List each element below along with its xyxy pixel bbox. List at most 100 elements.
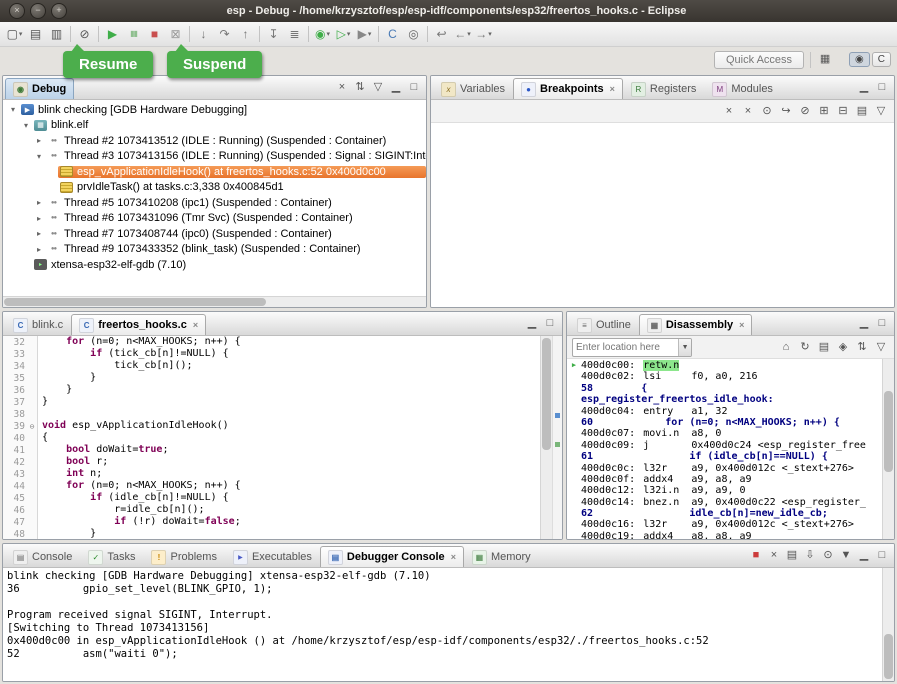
clear-console-button[interactable]: ▤ bbox=[784, 548, 800, 564]
track-expression-button[interactable]: ◈ bbox=[835, 339, 851, 355]
remove-breakpoint-button[interactable]: × bbox=[721, 103, 737, 119]
expander-icon[interactable]: ▸ bbox=[33, 214, 45, 223]
editor-vertical-scrollbar[interactable] bbox=[540, 336, 552, 539]
tab-freertos-hooks-c[interactable]: freertos_hooks.c× bbox=[71, 314, 206, 335]
drop-to-frame-button[interactable]: ↧ bbox=[263, 24, 284, 44]
search-button[interactable]: ◎ bbox=[403, 24, 424, 44]
step-over-button[interactable]: ↷ bbox=[214, 24, 235, 44]
external-tools-button[interactable]: ▶▾ bbox=[354, 24, 375, 44]
minimize-button[interactable]: ▁ bbox=[388, 80, 404, 96]
home-button[interactable]: ⌂ bbox=[778, 339, 794, 355]
tree-item[interactable]: prvIdleTask() at tasks.c:3,338 0x400845d… bbox=[3, 180, 426, 196]
expander-icon[interactable]: ▸ bbox=[33, 245, 45, 254]
step-filters-button[interactable]: ⇅ bbox=[352, 80, 368, 96]
collapse-all-button[interactable]: ⊟ bbox=[835, 103, 851, 119]
new-c-project-button[interactable]: C bbox=[382, 24, 403, 44]
tab-tasks[interactable]: Tasks bbox=[80, 546, 143, 567]
save-all-button[interactable]: ▥ bbox=[46, 24, 67, 44]
tree-item[interactable]: ▸Thread #6 1073431096 (Tmr Svc) (Suspend… bbox=[3, 211, 426, 227]
skip-all-breakpoints-button[interactable]: ⊘ bbox=[74, 24, 95, 44]
quick-access-button[interactable]: Quick Access bbox=[714, 51, 804, 69]
tab-registers[interactable]: Registers bbox=[623, 78, 704, 99]
view-menu-button[interactable]: ▽ bbox=[873, 103, 889, 119]
remove-all-terminated-button[interactable]: × bbox=[334, 80, 350, 96]
maximize-button[interactable]: □ bbox=[874, 80, 890, 96]
tab-breakpoints[interactable]: Breakpoints× bbox=[513, 78, 623, 99]
last-edit-location-button[interactable]: ↩ bbox=[431, 24, 452, 44]
close-window-button[interactable]: × bbox=[9, 3, 25, 19]
terminate-button[interactable]: ■ bbox=[144, 24, 165, 44]
scroll-lock-button[interactable]: ⇩ bbox=[802, 548, 818, 564]
tree-item[interactable]: ▸Thread #5 1073410208 (ipc1) (Suspended … bbox=[3, 195, 426, 211]
maximize-button[interactable]: □ bbox=[874, 548, 890, 564]
minimize-button[interactable]: ▁ bbox=[524, 316, 540, 332]
expander-icon[interactable]: ▾ bbox=[33, 152, 45, 161]
tree-item[interactable]: xtensa-esp32-elf-gdb (7.10) bbox=[3, 257, 426, 273]
display-selected-console-button[interactable]: ▼ bbox=[838, 548, 854, 564]
debug-button[interactable]: ◉▾ bbox=[312, 24, 333, 44]
sync-button[interactable]: ⇅ bbox=[854, 339, 870, 355]
console-vertical-scrollbar[interactable] bbox=[882, 568, 894, 681]
expander-icon[interactable]: ▸ bbox=[33, 229, 45, 238]
maximize-button[interactable]: □ bbox=[542, 316, 558, 332]
location-combo[interactable]: ▼ bbox=[572, 338, 692, 357]
maximize-button[interactable]: □ bbox=[406, 80, 422, 96]
forward-button[interactable]: →▾ bbox=[473, 24, 494, 44]
resume-button[interactable]: ▶ bbox=[102, 24, 123, 44]
new-wizard-button[interactable]: ▢▾ bbox=[4, 24, 25, 44]
tab-outline[interactable]: Outline bbox=[569, 314, 639, 335]
maximize-button[interactable]: □ bbox=[874, 316, 890, 332]
disconnect-button[interactable]: ⊠ bbox=[165, 24, 186, 44]
view-menu-button[interactable]: ▽ bbox=[370, 80, 386, 96]
pin-console-button[interactable]: ⊙ bbox=[820, 548, 836, 564]
step-return-button[interactable]: ↑ bbox=[235, 24, 256, 44]
tab-variables[interactable]: Variables bbox=[433, 78, 513, 99]
tab-modules[interactable]: Modules bbox=[704, 78, 781, 99]
horizontal-scrollbar[interactable] bbox=[3, 296, 426, 307]
tree-item[interactable]: ▸Thread #2 1073413512 (IDLE : Running) (… bbox=[3, 133, 426, 149]
go-to-file-button[interactable]: ↪ bbox=[778, 103, 794, 119]
fold-collapse-icon[interactable]: ⊖ bbox=[27, 422, 37, 431]
expander-icon[interactable]: ▾ bbox=[7, 105, 19, 114]
tab-debugger-console[interactable]: Debugger Console× bbox=[320, 546, 464, 567]
show-source-button[interactable]: ▤ bbox=[816, 339, 832, 355]
tree-item[interactable]: ▾blink checking [GDB Hardware Debugging] bbox=[3, 102, 426, 118]
tree-item[interactable]: ▾Thread #3 1073413156 (IDLE : Running) (… bbox=[3, 149, 426, 165]
close-tab-icon[interactable]: × bbox=[610, 84, 615, 94]
refresh-button[interactable]: ↻ bbox=[797, 339, 813, 355]
minimize-button[interactable]: ▁ bbox=[856, 548, 872, 564]
open-perspective-button[interactable]: ▦ bbox=[817, 52, 833, 68]
minimize-button[interactable]: ▁ bbox=[856, 316, 872, 332]
tab-debug[interactable]: Debug bbox=[5, 78, 74, 99]
tab-problems[interactable]: Problems bbox=[143, 546, 224, 567]
remove-all-breakpoints-button[interactable]: × bbox=[740, 103, 756, 119]
expand-all-button[interactable]: ⊞ bbox=[816, 103, 832, 119]
minimize-button[interactable]: ▁ bbox=[856, 80, 872, 96]
view-menu-button[interactable]: ▽ bbox=[873, 339, 889, 355]
chevron-down-icon[interactable]: ▼ bbox=[678, 339, 691, 356]
run-button[interactable]: ▷▾ bbox=[333, 24, 354, 44]
suspend-button[interactable]: ▮▮ bbox=[123, 24, 144, 44]
tree-item[interactable]: esp_vApplicationIdleHook() at freertos_h… bbox=[3, 164, 426, 180]
back-button[interactable]: ←▾ bbox=[452, 24, 473, 44]
location-input[interactable] bbox=[573, 342, 678, 353]
title-bar[interactable]: × − + esp - Debug - /home/krzysztof/esp/… bbox=[0, 0, 897, 22]
terminate-button[interactable]: ■ bbox=[748, 548, 764, 564]
expander-icon[interactable]: ▾ bbox=[20, 121, 32, 130]
maximize-window-button[interactable]: + bbox=[51, 3, 67, 19]
close-tab-icon[interactable]: × bbox=[193, 320, 198, 330]
close-tab-icon[interactable]: × bbox=[451, 552, 456, 562]
instruction-stepping-button[interactable]: ≣ bbox=[284, 24, 305, 44]
tab-disassembly[interactable]: Disassembly× bbox=[639, 314, 753, 335]
save-button[interactable]: ▤ bbox=[25, 24, 46, 44]
code-area[interactable]: for (n=0; n<MAX_HOOKS; n++) { if (tick_c… bbox=[38, 336, 540, 539]
remove-launch-button[interactable]: × bbox=[766, 548, 782, 564]
tree-item[interactable]: ▾blink.elf bbox=[3, 118, 426, 134]
minimize-window-button[interactable]: − bbox=[30, 3, 46, 19]
show-supported-breakpoints-button[interactable]: ⊙ bbox=[759, 103, 775, 119]
tab-blink-c[interactable]: blink.c bbox=[5, 314, 71, 335]
debug-perspective-button[interactable]: ◉ bbox=[849, 52, 870, 67]
scrollbar-thumb[interactable] bbox=[4, 298, 266, 306]
tab-memory[interactable]: Memory bbox=[464, 546, 539, 567]
step-into-button[interactable]: ↓ bbox=[193, 24, 214, 44]
